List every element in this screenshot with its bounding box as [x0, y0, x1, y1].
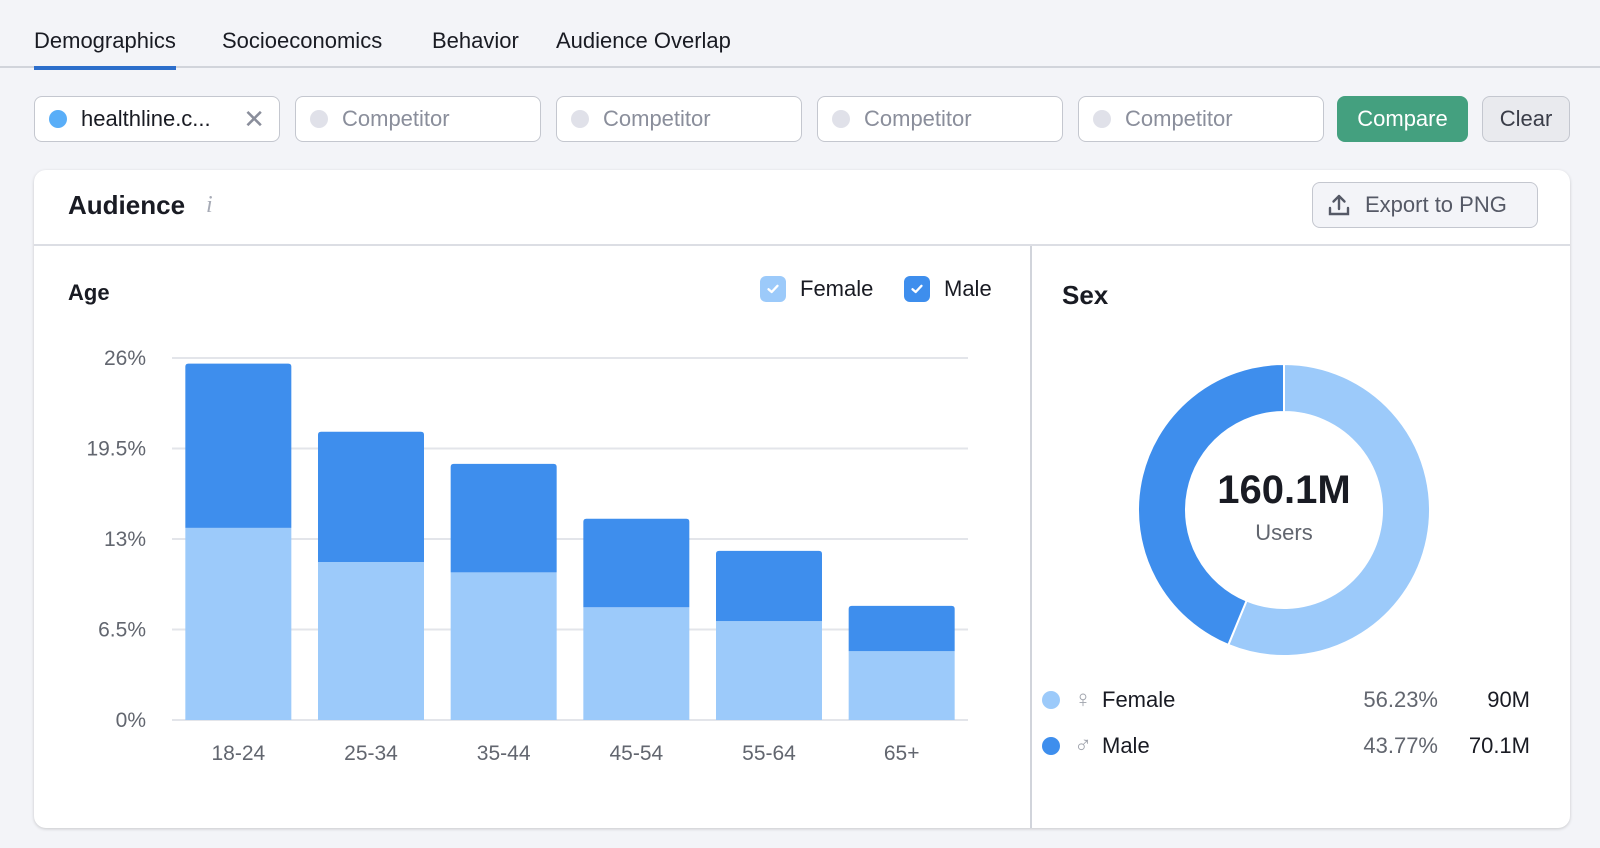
x-tick-label: 25-34: [344, 742, 398, 765]
bar-male: [450, 463, 557, 573]
x-tick-label: 55-64: [742, 742, 796, 765]
sex-row-female: ♀ Female 56.23% 90M: [1042, 685, 1530, 715]
primary-domain-input[interactable]: healthline.c... ✕: [34, 96, 280, 142]
y-tick-label: 13%: [104, 528, 146, 551]
competitor-dot: [310, 110, 328, 128]
total-users-label: Users: [1255, 520, 1313, 545]
tab-demographics[interactable]: Demographics: [34, 28, 176, 70]
male-label: Male: [1102, 733, 1150, 758]
legend-male[interactable]: Male: [904, 276, 992, 302]
check-icon: [911, 284, 923, 294]
bar-male: [848, 605, 955, 652]
legend-female[interactable]: Female: [760, 276, 873, 302]
bar-female: [716, 621, 822, 720]
y-tick-label: 6.5%: [98, 619, 146, 642]
y-tick-label: 19.5%: [86, 438, 146, 461]
legend-female-label: Female: [800, 276, 874, 301]
competitor-dot: [571, 110, 589, 128]
domain-color-dot: [49, 110, 67, 128]
competitor-placeholder: Competitor: [603, 106, 711, 131]
age-chart: 0% 6.5% 13% 19.5% 26% 18-24 25-34 35-44 45-54 55-…: [86, 347, 968, 765]
x-tick-label: 65+: [884, 742, 920, 765]
male-checkbox[interactable]: [904, 276, 930, 302]
bar-female: [318, 561, 424, 720]
bar-female: [848, 651, 955, 720]
competitor-input-4[interactable]: Competitor: [1078, 96, 1324, 142]
sex-row-male: ♂ Male 43.77% 70.1M: [1042, 731, 1530, 761]
male-color-dot: [1042, 737, 1060, 755]
competitor-dot: [1093, 110, 1111, 128]
female-count: 90M: [1487, 687, 1530, 712]
female-symbol-icon: ♀: [1074, 686, 1092, 713]
male-symbol-icon: ♂: [1074, 732, 1092, 759]
competitor-placeholder: Competitor: [864, 106, 972, 131]
y-tick-label: 26%: [104, 347, 146, 370]
x-tick-label: 18-24: [211, 742, 265, 765]
sex-chart-title: Sex: [1062, 280, 1109, 310]
bar-male: [185, 363, 292, 528]
competitor-placeholder: Competitor: [1125, 106, 1233, 131]
bar-female: [185, 527, 292, 720]
bar-female: [583, 607, 690, 720]
female-color-dot: [1042, 691, 1060, 709]
compare-button[interactable]: Compare: [1337, 96, 1468, 142]
male-count: 70.1M: [1468, 733, 1530, 758]
tab-audience-overlap[interactable]: Audience Overlap: [556, 28, 731, 66]
competitor-input-3[interactable]: Competitor: [817, 96, 1063, 142]
bar-female: [450, 572, 557, 720]
panel-divider: [1030, 246, 1032, 828]
total-users-value: 160.1M: [1217, 468, 1351, 512]
check-icon: [767, 284, 779, 294]
age-chart-title: Age: [68, 280, 110, 305]
legend-male-label: Male: [944, 276, 992, 301]
y-tick-label: 0%: [116, 709, 146, 732]
close-icon[interactable]: ✕: [243, 106, 265, 132]
competitor-placeholder: Competitor: [342, 106, 450, 131]
tab-behavior[interactable]: Behavior: [432, 28, 519, 66]
competitor-input-2[interactable]: Competitor: [556, 96, 802, 142]
female-checkbox[interactable]: [760, 276, 786, 302]
x-tick-label: 45-54: [609, 742, 663, 765]
upload-icon: [1328, 194, 1350, 216]
tab-bar: Demographics Socioeconomics Behavior Aud…: [0, 0, 1600, 70]
competitor-input-1[interactable]: Competitor: [295, 96, 541, 142]
male-percent: 43.77%: [1363, 733, 1438, 758]
female-label: Female: [1102, 687, 1176, 712]
competitor-dot: [832, 110, 850, 128]
tab-socioeconomics[interactable]: Socioeconomics: [222, 28, 382, 66]
female-percent: 56.23%: [1363, 687, 1438, 712]
bar-male: [583, 518, 690, 608]
export-label: Export to PNG: [1365, 192, 1507, 217]
clear-button[interactable]: Clear: [1482, 96, 1570, 142]
audience-card: Audience i Export to PNG 0% 6.5% 13% 19.5% 2…: [34, 170, 1570, 828]
export-png-button[interactable]: Export to PNG: [1312, 182, 1538, 228]
bar-male: [318, 431, 424, 562]
bar-male: [716, 550, 822, 622]
primary-domain-value: healthline.c...: [81, 106, 211, 131]
x-tick-label: 35-44: [477, 742, 531, 765]
